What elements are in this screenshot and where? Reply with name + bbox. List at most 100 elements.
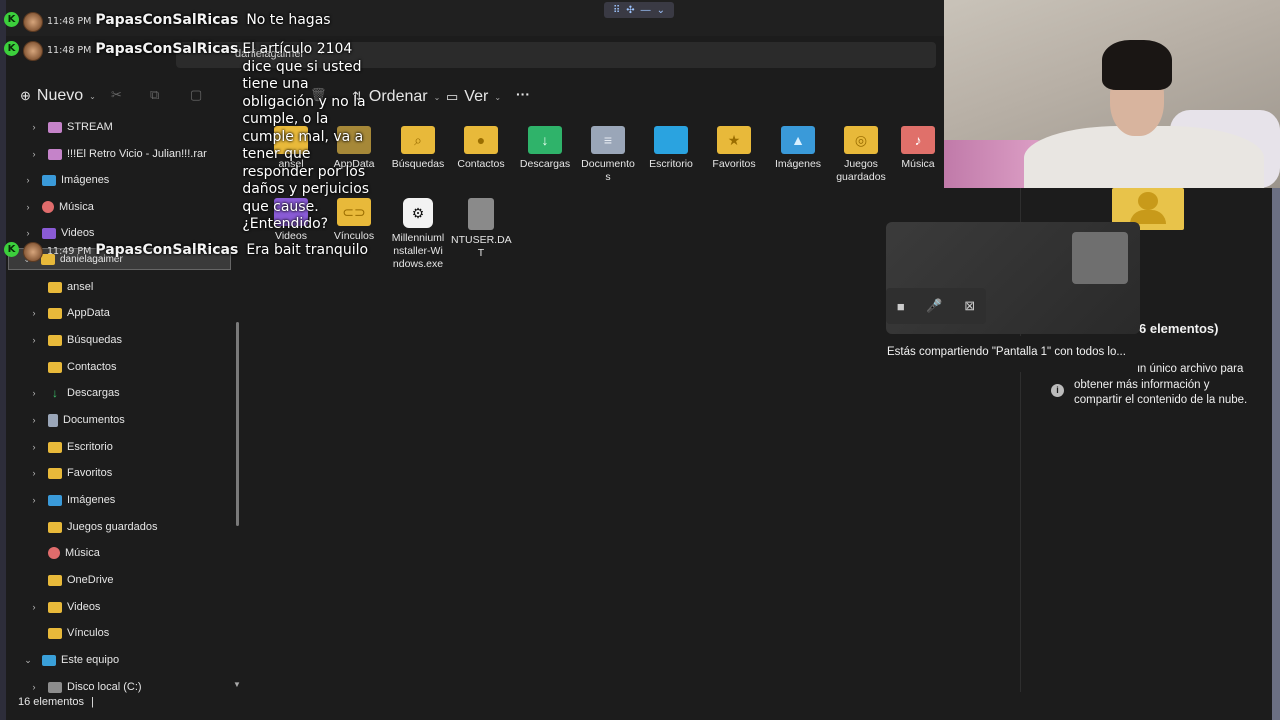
camera-icon[interactable]: ■ [897,299,905,314]
chevron-right-icon[interactable]: › [28,682,40,692]
document-icon [48,413,58,427]
restore-icon[interactable]: ✣ [626,5,634,16]
chevron-right-icon[interactable]: › [28,468,40,478]
folder-icon [48,281,62,293]
chevron-down-icon[interactable]: ⌄ [22,655,34,666]
games-folder-icon: ◎ [844,126,878,154]
sidebar-item-label: Descargas [67,387,120,399]
grid-item-musica[interactable]: ♪ Música [894,126,942,171]
sidebar-item-videos-2[interactable]: › Videos [28,594,101,620]
chevron-right-icon[interactable]: › [28,495,40,505]
grid-item-label: Descargas [519,158,571,170]
sidebar-item-label: Música [65,547,100,559]
sidebar-item-onedrive[interactable]: OneDrive [28,567,113,593]
kick-badge-icon: K [4,41,19,56]
chevron-down-icon: ⌄ [494,92,502,102]
more-options-button[interactable]: ··· [516,86,530,102]
grid-item-documentos[interactable]: ≡ Documento s [578,126,638,184]
sidebar-item-label: OneDrive [67,574,114,586]
status-bar: 16 elementos | [18,696,94,708]
microphone-icon[interactable]: 🎤 [926,298,942,314]
grid-item-label: NTUSER.DA T [451,234,512,259]
grid-item-imagenes[interactable]: ▲ Imágenes [768,126,828,171]
folder-icon [48,601,62,613]
sidebar-item-contactos[interactable]: Contactos [28,354,117,380]
view-button[interactable]: ▭ Ver ⌄ [446,88,501,106]
contacts-folder-icon: ● [464,126,498,154]
chevron-right-icon[interactable]: › [28,388,40,398]
drive-icon [48,681,62,693]
view-button-label: Ver [464,88,489,105]
grid-item-ntuser[interactable]: NTUSER.DA T [451,198,512,260]
snap-toolbar[interactable]: ⠿ ✣ — ⌄ [604,2,674,18]
desktop-folder-icon [654,126,688,154]
grid-item-label: Documento s [581,158,635,183]
share-controls: ■ 🎤 ⊠ [886,288,986,324]
grid-item-favoritos[interactable]: ★ Favoritos [704,126,764,171]
chevron-right-icon[interactable]: › [28,415,40,425]
sidebar-item-label: Videos [67,601,101,613]
music-folder-icon: ♪ [901,126,935,154]
sidebar-item-label: Documentos [63,414,125,426]
grid-item-juegos-guardados[interactable]: ◎ Juegos guardados [831,126,891,184]
search-folder-icon: ⌕ [401,126,435,154]
kick-badge-icon: K [4,242,19,257]
sidebar-item-descargas[interactable]: › ↓ Descargas [28,380,120,406]
chat-username: PapasConSalRicas [95,12,239,28]
sidebar-item-vinculos[interactable]: Vínculos [28,620,109,646]
sidebar-item-label: Escritorio [67,441,113,453]
chat-time: 11:48 PM [47,16,92,27]
chat-username: PapasConSalRicas [95,242,239,258]
sidebar-item-ansel[interactable]: ansel [28,274,93,300]
minimize-icon[interactable]: — [641,5,651,16]
sidebar-item-label: Juegos guardados [67,521,158,533]
grid-item-label: Imágenes [774,158,822,170]
sidebar-item-musica-2[interactable]: Música [28,540,100,566]
grid-item-escritorio[interactable]: Escritorio [641,126,701,171]
desktop-edge-right [1272,188,1280,720]
stop-share-icon[interactable]: ⊠ [964,298,975,314]
item-count: 16 elementos [18,696,85,708]
sidebar-item-label: Este equipo [61,654,120,666]
sidebar-item-imagenes-2[interactable]: › Imágenes [28,487,116,513]
chevron-down-icon[interactable]: ⌄ [657,5,665,16]
sidebar-item-juegos-guardados[interactable]: Juegos guardados [28,514,158,540]
sidebar-item-escritorio[interactable]: › Escritorio [28,434,113,460]
grid-item-busquedas[interactable]: ⌕ Búsquedas [388,126,448,171]
scroll-down-arrow-icon[interactable]: ▼ [233,680,241,689]
sidebar-item-appdata[interactable]: › AppData [28,300,110,326]
folder-icon [48,334,62,346]
sidebar-item-este-equipo[interactable]: ⌄ Este equipo [22,647,119,673]
grid-item-label: Contactos [457,158,505,170]
share-camera-thumbnail [1072,232,1128,284]
favorites-folder-icon: ★ [717,126,751,154]
music-icon [48,547,60,559]
documents-folder-icon: ≡ [591,126,625,154]
steam-icon: ⚙ [403,198,433,228]
file-icon [468,198,494,230]
sidebar-item-label: Vínculos [67,627,110,639]
sidebar-item-documentos[interactable]: › Documentos [28,407,125,433]
folder-icon [48,307,62,319]
grid-item-label: Millenniuml nstaller-Wi ndows.exe [391,232,445,270]
sidebar-item-busquedas[interactable]: › Búsquedas [28,327,123,353]
snap-layout-icon[interactable]: ⠿ [613,5,620,16]
folder-icon [48,521,62,533]
grid-item-contactos[interactable]: ● Contactos [451,126,511,171]
grid-item-millennium-installer[interactable]: ⚙ Millenniuml nstaller-Wi ndows.exe [388,198,448,271]
kick-badge-icon: K [4,12,19,27]
grid-item-descargas[interactable]: ↓ Descargas [515,126,575,171]
avatar [23,12,43,32]
chat-time: 11:48 PM [47,45,92,56]
chat-message: K 11:48 PM PapasConSalRicas No te hagas [4,12,331,32]
sidebar-scrollbar[interactable] [236,322,239,526]
chat-time: 11:49 PM [47,246,92,257]
chevron-right-icon[interactable]: › [28,308,40,318]
chevron-right-icon[interactable]: › [28,335,40,345]
webcam-hair [1102,40,1172,90]
chevron-right-icon[interactable]: › [28,442,40,452]
sidebar-item-favoritos[interactable]: › Favoritos [28,460,113,486]
folder-icon [48,361,62,373]
chevron-right-icon[interactable]: › [28,602,40,612]
grid-item-label: Juegos guardados [836,158,886,183]
